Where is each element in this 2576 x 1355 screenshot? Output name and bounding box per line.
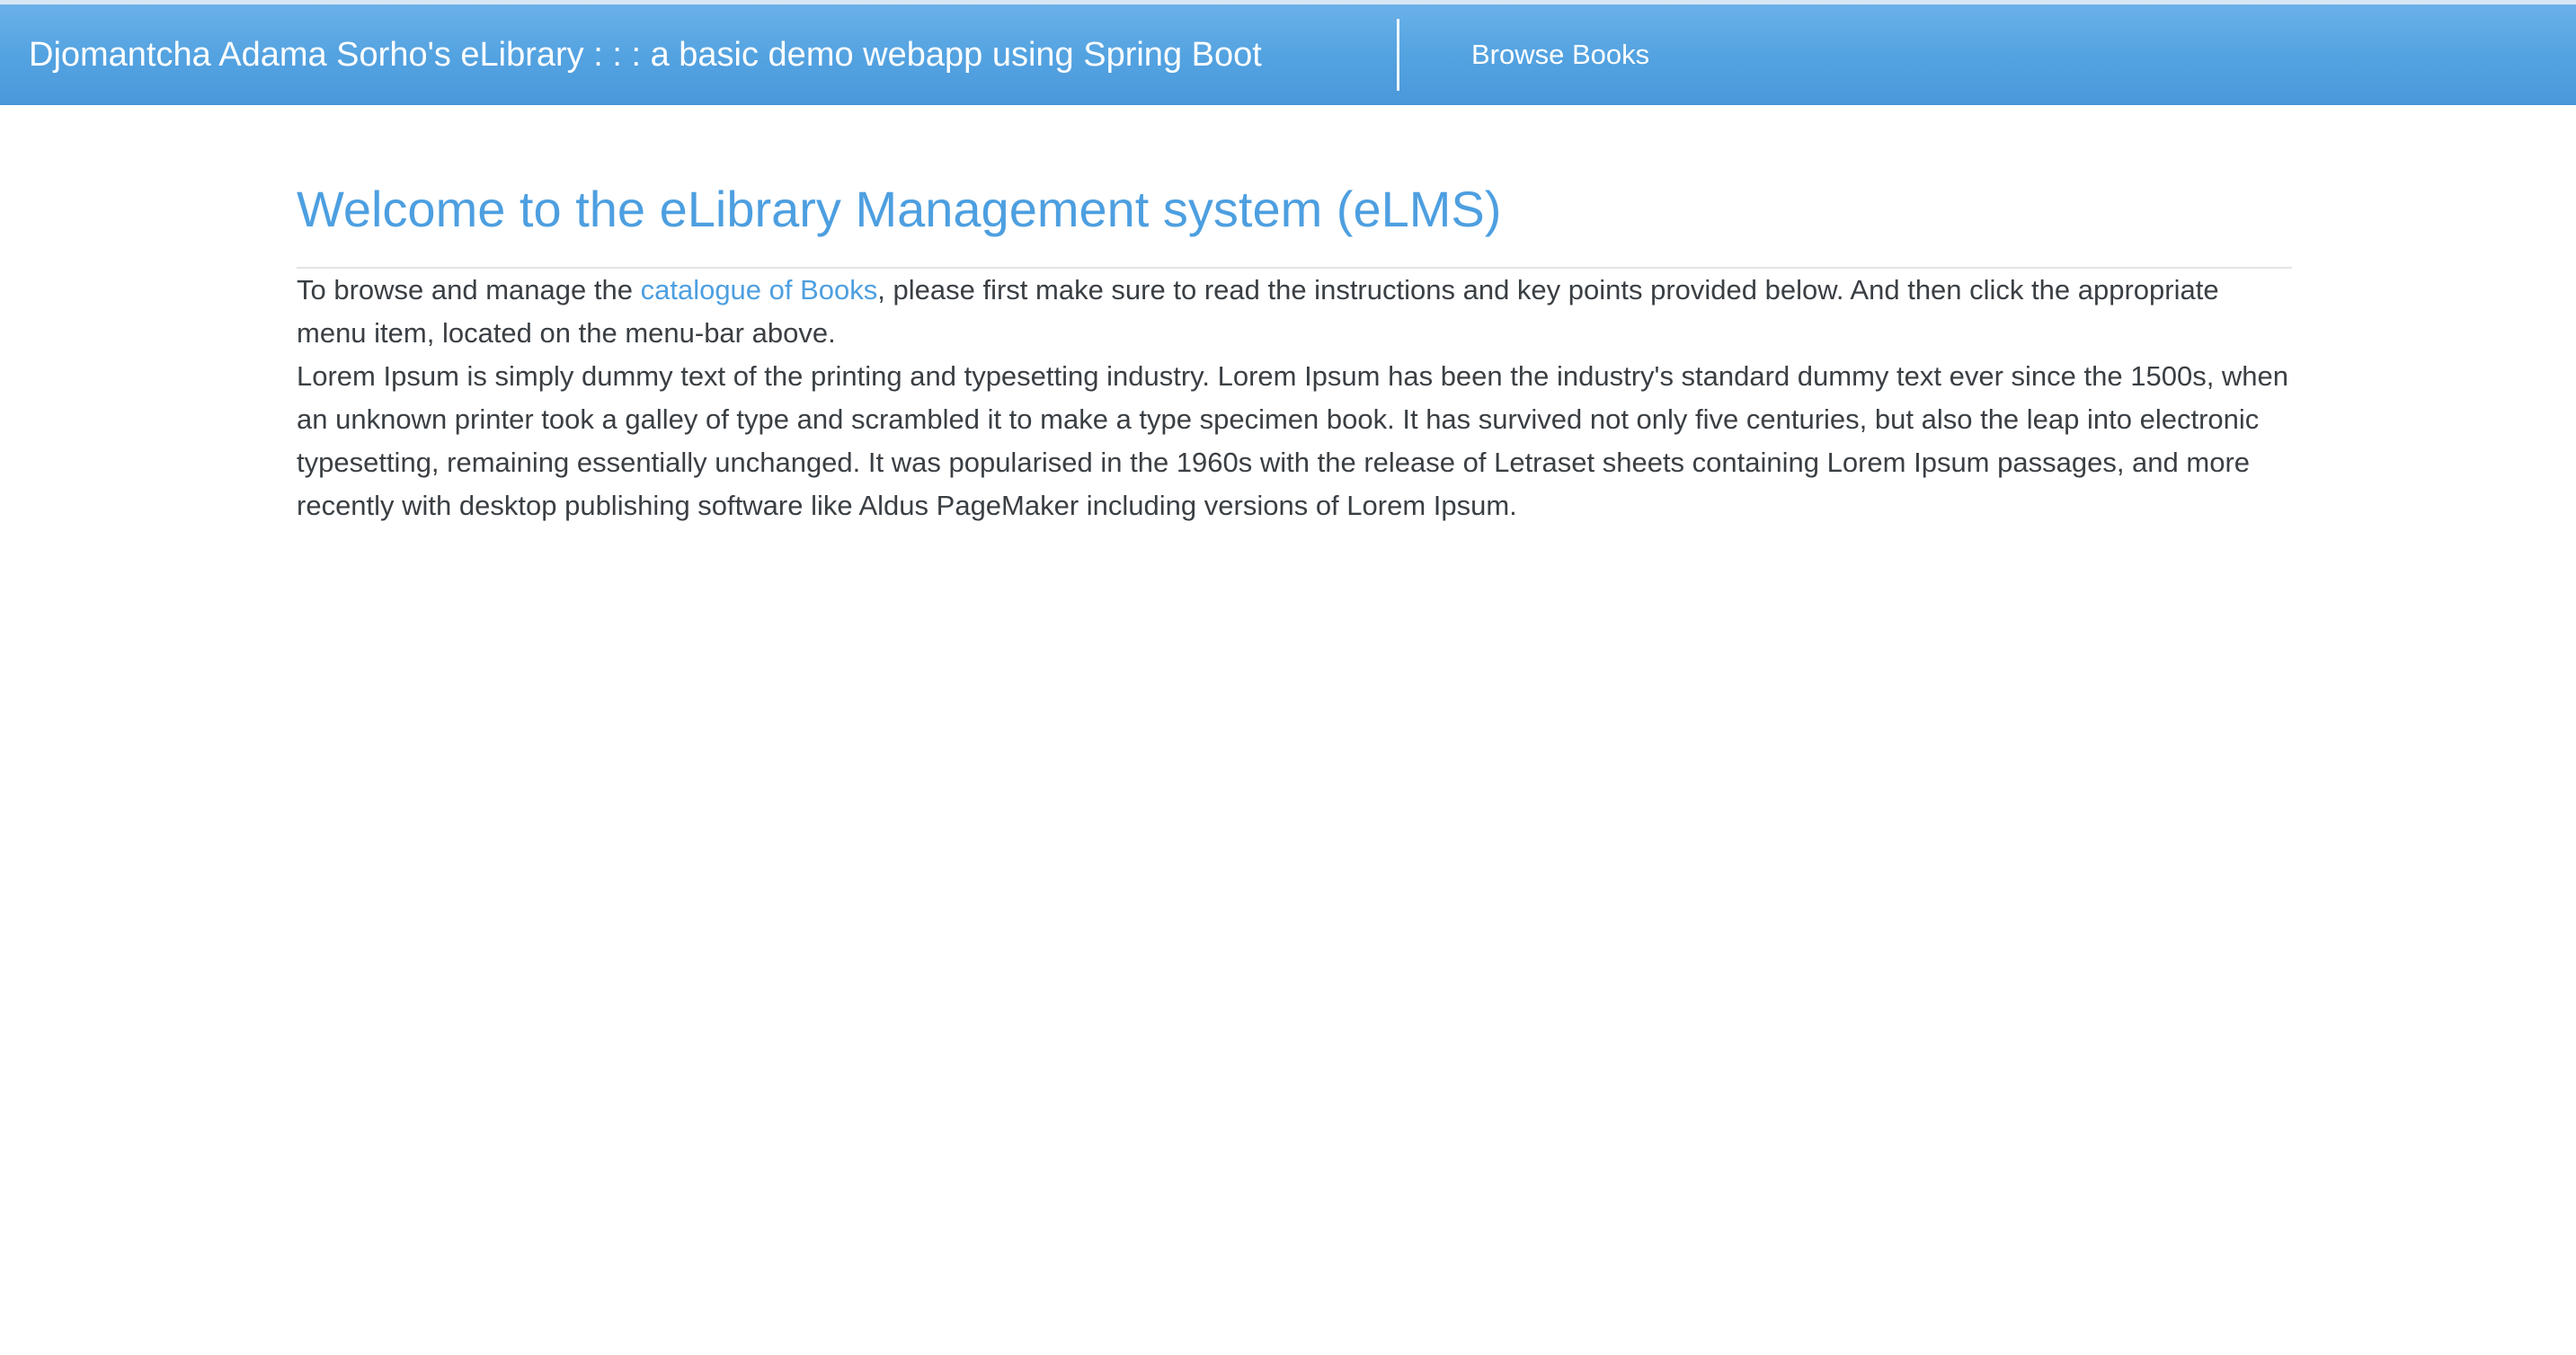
catalogue-of-books-link[interactable]: catalogue of Books xyxy=(641,274,878,306)
navbar-divider xyxy=(1397,19,1399,91)
intro-text-before-link: To browse and manage the xyxy=(297,274,641,306)
navbar-brand-link[interactable]: Djomantcha Adama Sorho's eLibrary : : : … xyxy=(29,36,1262,75)
main-content: Welcome to the eLibrary Management syste… xyxy=(297,105,2292,527)
lorem-paragraph: Lorem Ipsum is simply dummy text of the … xyxy=(297,360,2289,522)
intro-paragraph: To browse and manage the catalogue of Bo… xyxy=(297,269,2292,355)
nav-item-browse-books[interactable]: Browse Books xyxy=(1471,4,1649,105)
page-title: Welcome to the eLibrary Management syste… xyxy=(297,181,1502,237)
top-navbar: Djomantcha Adama Sorho's eLibrary : : : … xyxy=(0,0,2576,105)
